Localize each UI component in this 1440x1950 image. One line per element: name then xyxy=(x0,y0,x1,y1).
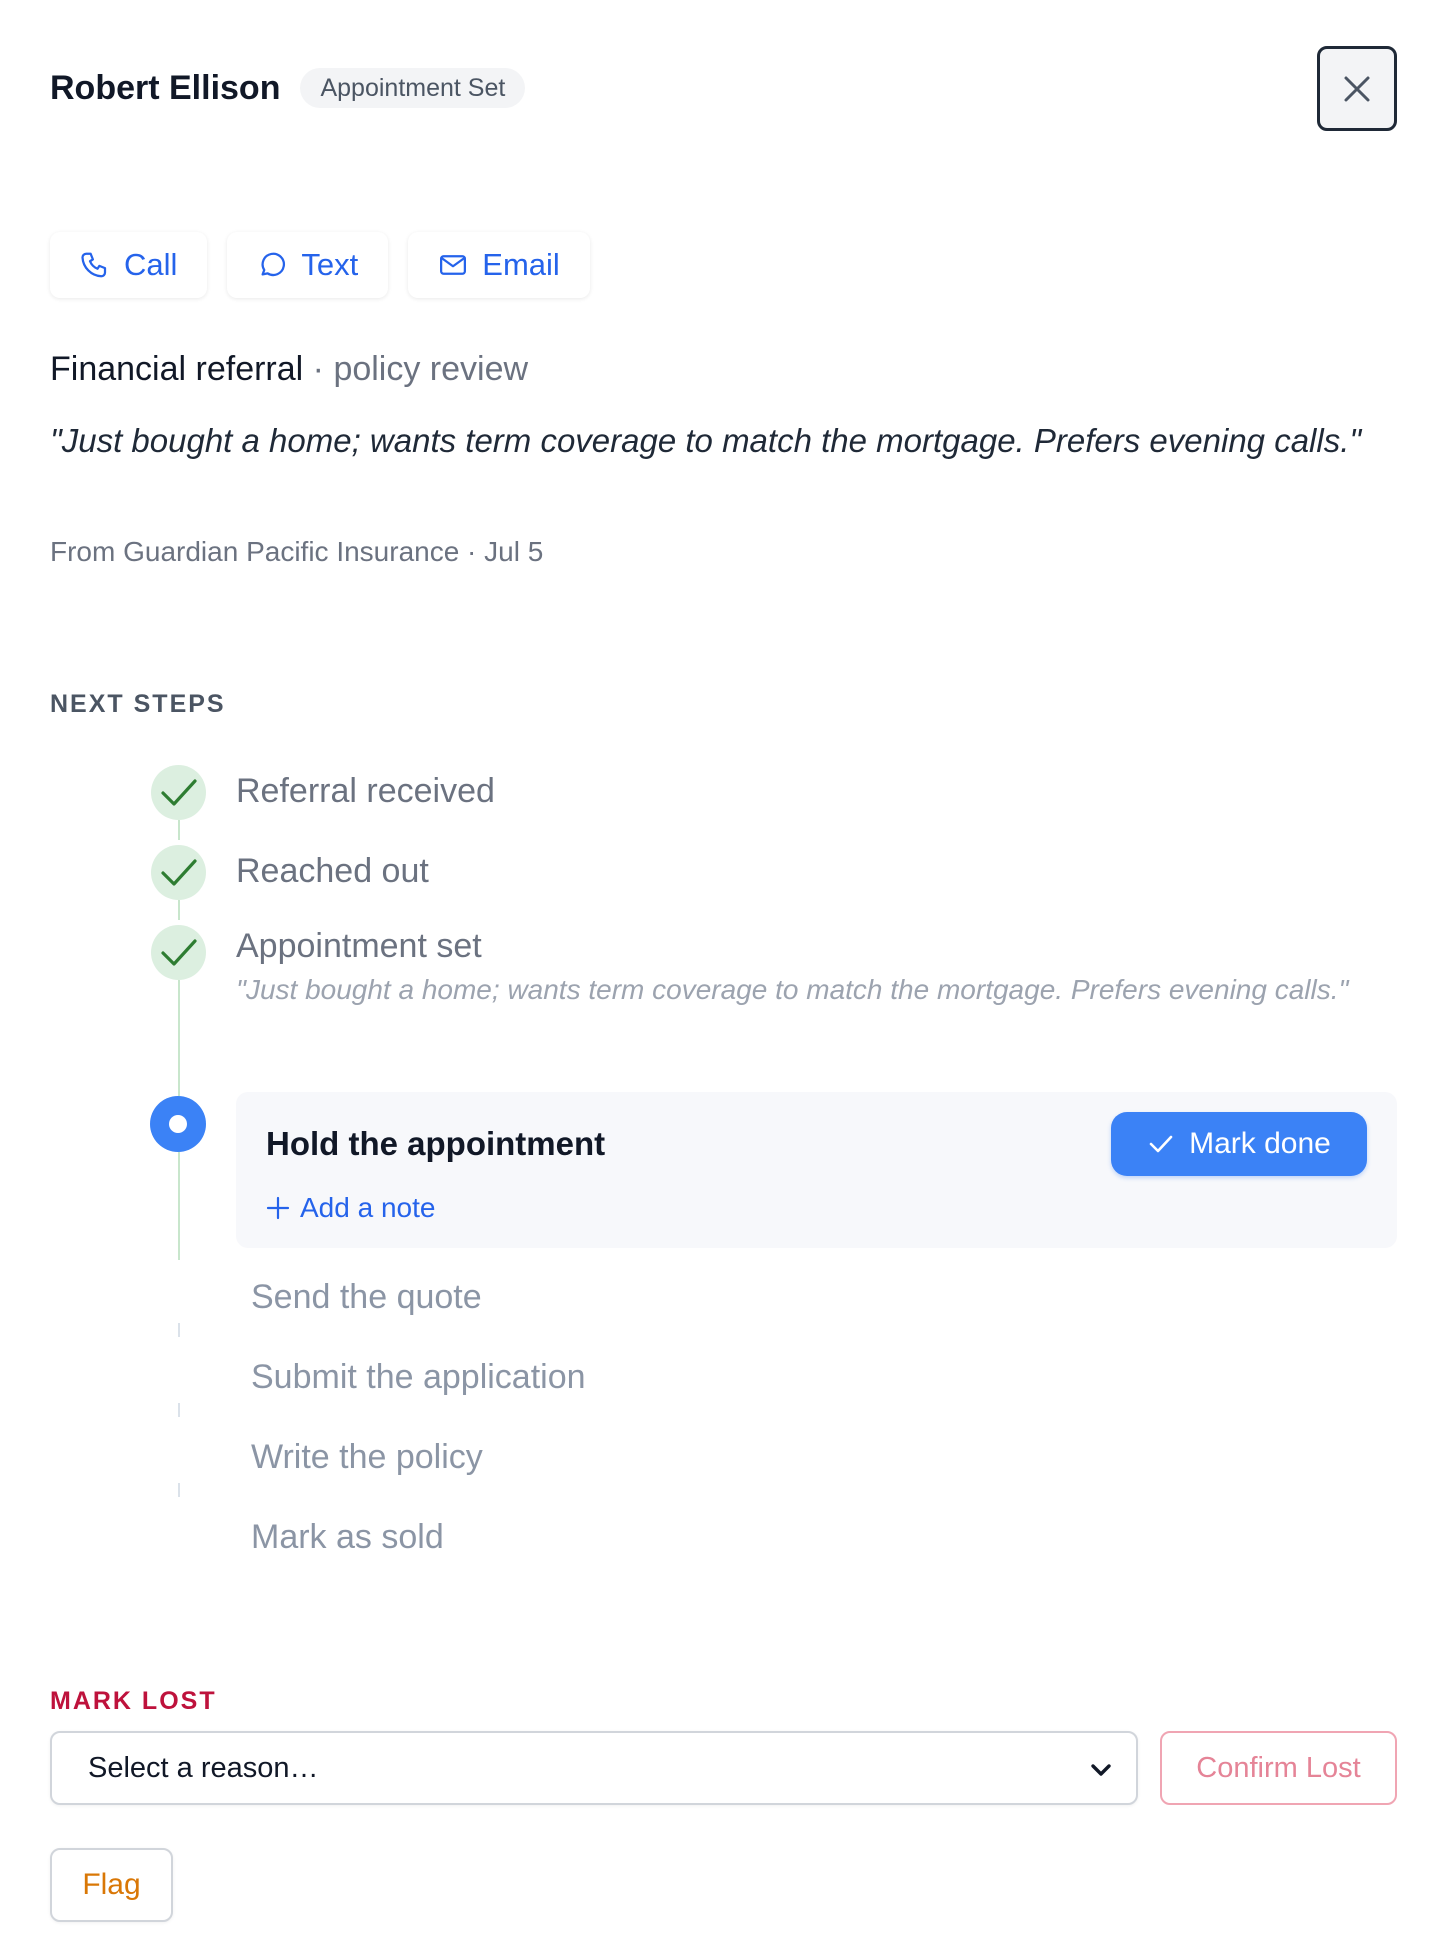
contact-actions: Call Text Email xyxy=(50,232,590,298)
step-referral-received: Referral received xyxy=(236,772,495,810)
call-button[interactable]: Call xyxy=(50,232,208,298)
email-button[interactable]: Email xyxy=(408,232,590,298)
timeline-connector xyxy=(178,900,180,920)
timeline-connector xyxy=(178,1483,180,1497)
lead-name: Robert Ellison xyxy=(50,68,281,107)
close-button[interactable] xyxy=(1317,46,1397,131)
add-note-link[interactable]: Add a note xyxy=(266,1192,435,1224)
step-done-marker xyxy=(151,765,206,820)
lost-reason-select[interactable]: Select a reason… xyxy=(50,1731,1138,1805)
mail-icon xyxy=(440,255,467,275)
step-write-policy: Write the policy xyxy=(251,1438,483,1476)
timeline-connector xyxy=(178,1323,180,1337)
current-step-marker xyxy=(150,1096,206,1152)
check-icon xyxy=(160,938,197,966)
check-icon xyxy=(1149,1135,1173,1153)
lead-header: Robert Ellison Appointment Set xyxy=(50,68,526,108)
close-icon xyxy=(1344,76,1370,101)
lost-reason-value: Select a reason… xyxy=(88,1751,319,1784)
current-step-card: Hold the appointment Mark done Add a not… xyxy=(236,1092,1397,1248)
step-submit-application: Submit the application xyxy=(251,1358,586,1396)
plus-icon xyxy=(266,1196,290,1220)
mark-done-button[interactable]: Mark done xyxy=(1111,1112,1367,1176)
phone-icon xyxy=(81,252,107,278)
flag-button[interactable]: Flag xyxy=(50,1848,173,1922)
check-icon xyxy=(160,778,197,806)
add-note-label: Add a note xyxy=(300,1192,436,1223)
text-label: Text xyxy=(301,247,359,282)
timeline-connector xyxy=(178,980,180,1096)
text-button[interactable]: Text xyxy=(227,232,389,298)
step-done-marker xyxy=(151,925,206,980)
referral-separator: · xyxy=(303,350,334,388)
check-icon xyxy=(160,858,197,886)
referral-source: From Guardian Pacific Insurance · Jul 5 xyxy=(50,536,544,567)
email-label: Email xyxy=(482,247,560,282)
timeline-connector xyxy=(178,1152,180,1260)
referral-type: Financial referral · policy review xyxy=(50,350,528,389)
step-send-quote: Send the quote xyxy=(251,1278,482,1316)
step-done-marker xyxy=(151,845,206,900)
message-bubble-icon xyxy=(261,252,286,277)
referral-type-main: Financial referral xyxy=(50,350,304,388)
next-steps-heading: NEXT STEPS xyxy=(50,690,226,718)
status-badge: Appointment Set xyxy=(300,68,526,108)
confirm-lost-button[interactable]: Confirm Lost xyxy=(1160,1731,1397,1805)
chevron-down-icon xyxy=(1091,1764,1111,1776)
referral-subtype: policy review xyxy=(333,350,529,388)
step-appointment-note: "Just bought a home; wants term coverage… xyxy=(236,974,1349,1005)
step-appointment-set: Appointment set xyxy=(236,927,482,965)
timeline-connector xyxy=(178,1403,180,1417)
timeline-connector xyxy=(178,820,180,840)
call-label: Call xyxy=(124,247,178,282)
step-reached-out: Reached out xyxy=(236,852,429,890)
current-step-title: Hold the appointment xyxy=(266,1125,606,1162)
mark-lost-heading: MARK LOST xyxy=(50,1687,217,1715)
step-mark-sold: Mark as sold xyxy=(251,1518,444,1556)
mark-done-label: Mark done xyxy=(1189,1127,1331,1160)
referral-quote: "Just bought a home; wants term coverage… xyxy=(50,422,1362,459)
